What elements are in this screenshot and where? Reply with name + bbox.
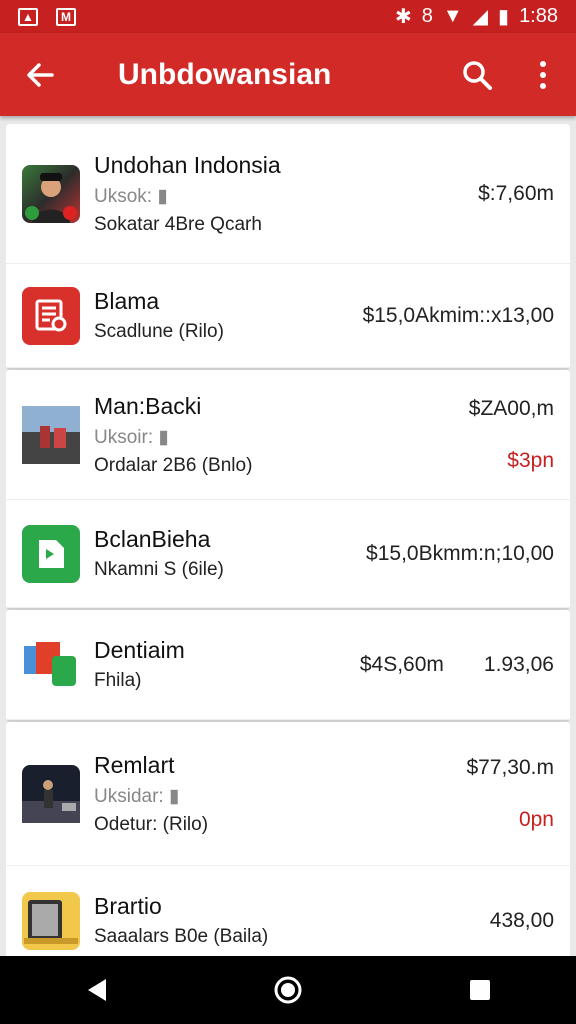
page-title: Unbdowansian [118, 57, 332, 91]
avatar [22, 405, 80, 464]
vibrate-icon: 8 [421, 5, 433, 27]
item-name: Remlart [94, 751, 175, 778]
item-amount: 438,00 [489, 908, 554, 932]
item-subtitle: Uksidar: ▮ [94, 785, 180, 807]
item-detail: Nkamni S (6ile) [94, 559, 224, 580]
flag-icon [22, 524, 80, 583]
more-vert-icon[interactable] [510, 33, 576, 116]
list-card: Man:Backi Uksoir: ▮ Ordalar 2B6 (Bnlo) $… [6, 370, 570, 610]
list-item[interactable]: Brartio Saaalars B0e (Baila) 438,00 [6, 866, 570, 956]
list-item[interactable]: Blama Scadlune (Rilo) $15,0Akmim::x13,00 [6, 264, 570, 368]
app-bar: Unbdowansian [0, 33, 576, 116]
item-subtitle: Uksoir: ▮ [94, 426, 169, 448]
item-amount: $77,30.m [466, 755, 554, 779]
list-item[interactable]: Undohan Indonsia Uksok: ▮ Sokatar 4Bre Q… [6, 124, 570, 264]
list-item[interactable]: Remlart Uksidar: ▮ Odetur: (Rilo) $77,30… [6, 722, 570, 866]
item-amount: $:7,60m [478, 181, 554, 205]
list-item[interactable]: BclanBieha Nkamni S (6ile) $15,0Bkmm:n;1… [6, 500, 570, 608]
item-detail: Sokatar 4Bre Qcarh [94, 213, 262, 235]
item-name: Brartio [94, 893, 162, 919]
list-card: Undohan Indonsia Uksok: ▮ Sokatar 4Bre Q… [6, 124, 570, 370]
item-name: Blama [94, 288, 160, 314]
image-icon: ▲ [18, 7, 38, 26]
item-amount-secondary: 0pn [518, 807, 554, 831]
list-card: Remlart Uksidar: ▮ Odetur: (Rilo) $77,30… [6, 722, 570, 956]
item-detail: Scadlune (Rilo) [94, 321, 224, 342]
tablet-icon [22, 891, 80, 950]
mail-icon: M [56, 7, 76, 26]
item-detail: Ordalar 2B6 (Bnlo) [94, 454, 253, 476]
item-detail: Fhila) [94, 670, 142, 691]
transaction-list: Undohan Indonsia Uksok: ▮ Sokatar 4Bre Q… [6, 124, 570, 956]
battery-icon: ▮ [498, 6, 510, 28]
document-icon [22, 286, 80, 345]
signal-icon: ◢ [472, 6, 489, 28]
wifi-icon: ▼ [442, 5, 463, 27]
item-detail: Odetur: (Rilo) [94, 813, 209, 835]
files-icon [22, 636, 80, 694]
list-item[interactable]: Dentiaim Fhila) $4S,60m 1.93,06 [6, 610, 570, 720]
item-name: Man:Backi [94, 392, 202, 419]
status-time: 1:88 [519, 5, 558, 27]
item-subtitle: Uksok: ▮ [94, 185, 168, 207]
item-name: Dentiaim [94, 637, 185, 663]
back-triangle-icon[interactable] [66, 960, 126, 1020]
avatar [22, 764, 80, 823]
search-icon[interactable] [444, 33, 510, 116]
item-name: Undohan Indonsia [94, 151, 281, 178]
item-amount-secondary: $3pn [507, 448, 554, 472]
avatar [22, 164, 80, 223]
recents-square-icon[interactable] [450, 960, 510, 1020]
list-card: Dentiaim Fhila) $4S,60m 1.93,06 [6, 610, 570, 722]
home-circle-icon[interactable] [258, 960, 318, 1020]
item-amount-secondary: 1.93,06 [483, 652, 554, 676]
item-name: BclanBieha [94, 526, 211, 552]
system-nav-bar [0, 956, 576, 1024]
item-amount: $4S,60m [359, 652, 444, 676]
back-arrow-icon[interactable] [0, 33, 80, 116]
list-item[interactable]: Man:Backi Uksoir: ▮ Ordalar 2B6 (Bnlo) $… [6, 370, 570, 500]
bluetooth-icon: ✱ [394, 6, 412, 28]
item-amount: $15,0Akmim::x13,00 [362, 303, 554, 327]
item-amount: $ZA00,m [468, 396, 554, 420]
status-bar: ▲ M ✱ 8 ▼ ◢ ▮ 1:88 [0, 0, 576, 33]
item-detail: Saaalars B0e (Baila) [94, 926, 269, 947]
item-amount: $15,0Bkmm:n;10,00 [366, 541, 554, 565]
